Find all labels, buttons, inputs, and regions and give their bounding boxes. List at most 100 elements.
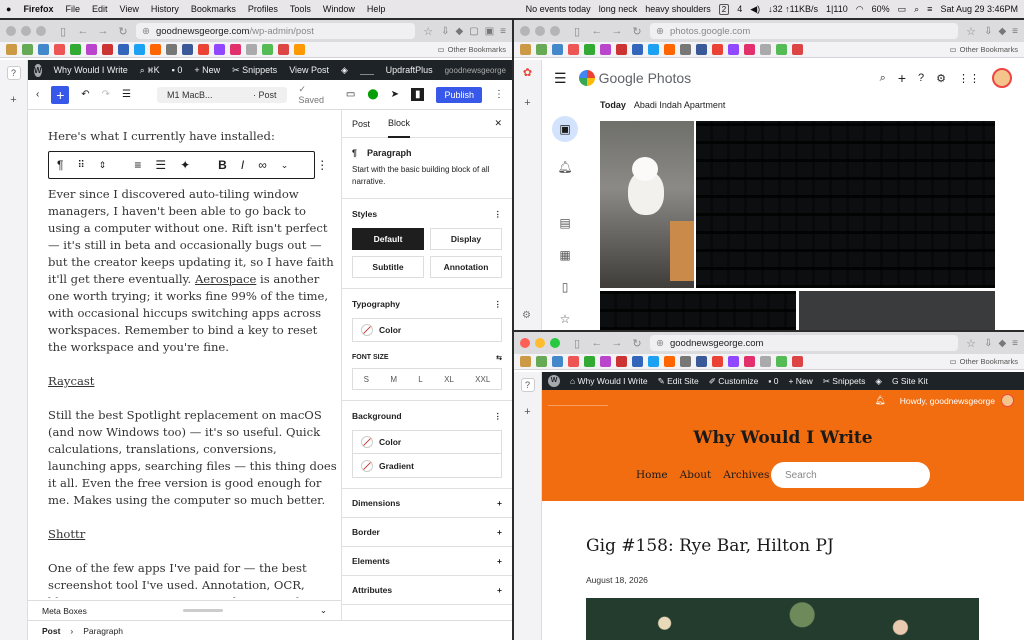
- bookmark-icon[interactable]: [664, 44, 675, 55]
- publish-button[interactable]: Publish: [436, 86, 482, 103]
- edit-site-link[interactable]: ✎ Edit Site: [658, 376, 699, 387]
- control-center-icon[interactable]: ≡: [927, 4, 932, 14]
- command-palette[interactable]: ⌕ ⌘K: [140, 65, 160, 76]
- download-icon[interactable]: ⇩: [984, 26, 992, 37]
- photo-thumbnail-keyboard[interactable]: [799, 291, 995, 330]
- bg-color-control[interactable]: Color: [352, 430, 502, 454]
- bookmark-icon[interactable]: [536, 356, 547, 367]
- forward-icon[interactable]: →: [96, 25, 110, 37]
- extension-icon[interactable]: ◆: [998, 338, 1006, 349]
- breadcrumb-post[interactable]: Post: [42, 626, 60, 636]
- chevron-down-icon[interactable]: ⌄: [281, 160, 289, 171]
- sidebar-toggle-icon[interactable]: ▯: [570, 25, 584, 38]
- bookmark-icon[interactable]: [198, 44, 209, 55]
- style-subtitle[interactable]: Subtitle: [352, 256, 424, 278]
- bookmark-icon[interactable]: [38, 44, 49, 55]
- download-icon[interactable]: ⇩: [441, 26, 449, 37]
- bookmark-icon[interactable]: [118, 44, 129, 55]
- block-options-icon[interactable]: ⋮: [316, 158, 328, 172]
- font-size-s[interactable]: S: [364, 375, 369, 384]
- bookmark-icon[interactable]: [776, 44, 787, 55]
- align-icon[interactable]: ≡: [134, 158, 141, 172]
- search-input[interactable]: Search: [771, 462, 930, 488]
- desktop-indicator[interactable]: 4: [737, 4, 742, 14]
- bookmark-icon[interactable]: [792, 356, 803, 367]
- settings-sidebar-icon[interactable]: ▮: [410, 88, 425, 101]
- bookmark-icon[interactable]: [600, 44, 611, 55]
- menu-tools[interactable]: Tools: [290, 4, 311, 14]
- search-icon[interactable]: ⌕: [880, 72, 886, 85]
- plus-icon[interactable]: +: [898, 70, 906, 86]
- undo-icon[interactable]: ↶: [81, 89, 89, 100]
- border-panel[interactable]: Border +: [342, 518, 512, 547]
- photos-nav-icon[interactable]: ▣: [552, 116, 578, 142]
- bookmark-icon[interactable]: [744, 44, 755, 55]
- reload-icon[interactable]: ↻: [630, 25, 644, 38]
- bookmark-icon[interactable]: [102, 44, 113, 55]
- extension-icon[interactable]: ◆: [456, 26, 464, 37]
- status-item[interactable]: heavy shoulders: [645, 4, 711, 14]
- bookmark-icon[interactable]: [632, 44, 643, 55]
- bg-gradient-control[interactable]: Gradient: [352, 454, 502, 478]
- other-bookmarks[interactable]: ▭ Other Bookmarks: [950, 45, 1018, 54]
- bookmark-icon[interactable]: [616, 44, 627, 55]
- photo-thumbnail-keyboard[interactable]: [600, 291, 796, 330]
- menu-help[interactable]: Help: [367, 4, 386, 14]
- back-icon[interactable]: ←: [76, 25, 90, 37]
- add-icon[interactable]: +: [524, 97, 530, 109]
- style-default[interactable]: Default: [352, 228, 424, 250]
- tab-block[interactable]: Block: [388, 110, 411, 138]
- paragraph-block[interactable]: Here's what I currently have installed:: [48, 128, 338, 145]
- bookmark-icon[interactable]: [262, 44, 273, 55]
- bookmark-icon[interactable]: [150, 44, 161, 55]
- favorites-star-icon[interactable]: ☆: [560, 312, 571, 326]
- other-bookmarks[interactable]: ▭ Other Bookmarks: [438, 45, 506, 54]
- bookmark-icon[interactable]: [246, 44, 257, 55]
- location-label[interactable]: Abadi Indah Apartment: [634, 100, 726, 110]
- bookmark-icon[interactable]: [584, 356, 595, 367]
- paragraph-block[interactable]: Ever since I discovered auto-tiling wind…: [48, 186, 338, 356]
- bookmark-icon[interactable]: [552, 356, 563, 367]
- bookmark-icon[interactable]: [70, 44, 81, 55]
- close-button[interactable]: [520, 26, 530, 36]
- bookmark-icon[interactable]: [6, 44, 17, 55]
- text-color-control[interactable]: Color: [352, 318, 502, 342]
- add-icon[interactable]: +: [524, 406, 530, 418]
- view-post-link[interactable]: View Post: [289, 65, 329, 75]
- bookmark-icon[interactable]: [552, 44, 563, 55]
- add-icon[interactable]: +: [10, 94, 16, 106]
- snippets-link[interactable]: ✂ Snippets: [823, 376, 866, 387]
- search-icon[interactable]: ⌕: [914, 4, 919, 15]
- heading-raycast[interactable]: Raycast: [48, 373, 338, 390]
- bookmark-icon[interactable]: [728, 44, 739, 55]
- forward-icon[interactable]: →: [610, 25, 624, 37]
- text-align-icon[interactable]: ☰: [155, 158, 166, 172]
- breadcrumb-paragraph[interactable]: Paragraph: [83, 626, 123, 636]
- other-bookmarks[interactable]: ▭ Other Bookmarks: [950, 357, 1018, 366]
- hamburger-menu-icon[interactable]: ☰: [554, 70, 567, 87]
- battery-icon[interactable]: ▭: [898, 4, 907, 15]
- bookmark-icon[interactable]: [680, 356, 691, 367]
- extension-icon[interactable]: ▣: [485, 26, 494, 37]
- bookmark-icon[interactable]: [712, 44, 723, 55]
- stats-sparkline[interactable]: [359, 65, 374, 75]
- bookmark-icon[interactable]: [760, 44, 771, 55]
- bookmark-icon[interactable]: [182, 44, 193, 55]
- download-icon[interactable]: ⇩: [984, 338, 992, 349]
- bookmark-icon[interactable]: [166, 44, 177, 55]
- apple-icon[interactable]: ●: [6, 4, 11, 14]
- document-title-bar[interactable]: M1 MacB... · Post: [157, 86, 287, 103]
- block-inserter-button[interactable]: +: [51, 85, 70, 104]
- bookmark-icon[interactable]: [616, 356, 627, 367]
- bookmark-icon[interactable]: [776, 356, 787, 367]
- zoom-button[interactable]: [550, 338, 560, 348]
- redo-icon[interactable]: ↷: [102, 89, 110, 100]
- status-item[interactable]: long neck: [599, 4, 638, 14]
- avatar[interactable]: [992, 68, 1012, 88]
- star-icon[interactable]: ☆: [964, 337, 978, 350]
- customize-link[interactable]: ✐ Customize: [709, 376, 759, 387]
- sitekit-link[interactable]: G Site Kit: [892, 376, 928, 386]
- settings-gear-icon[interactable]: ⚙: [522, 310, 531, 321]
- meta-boxes-bar[interactable]: Meta Boxes ⌄: [28, 600, 341, 620]
- paragraph-block[interactable]: Still the best Spotlight replacement on …: [48, 407, 338, 509]
